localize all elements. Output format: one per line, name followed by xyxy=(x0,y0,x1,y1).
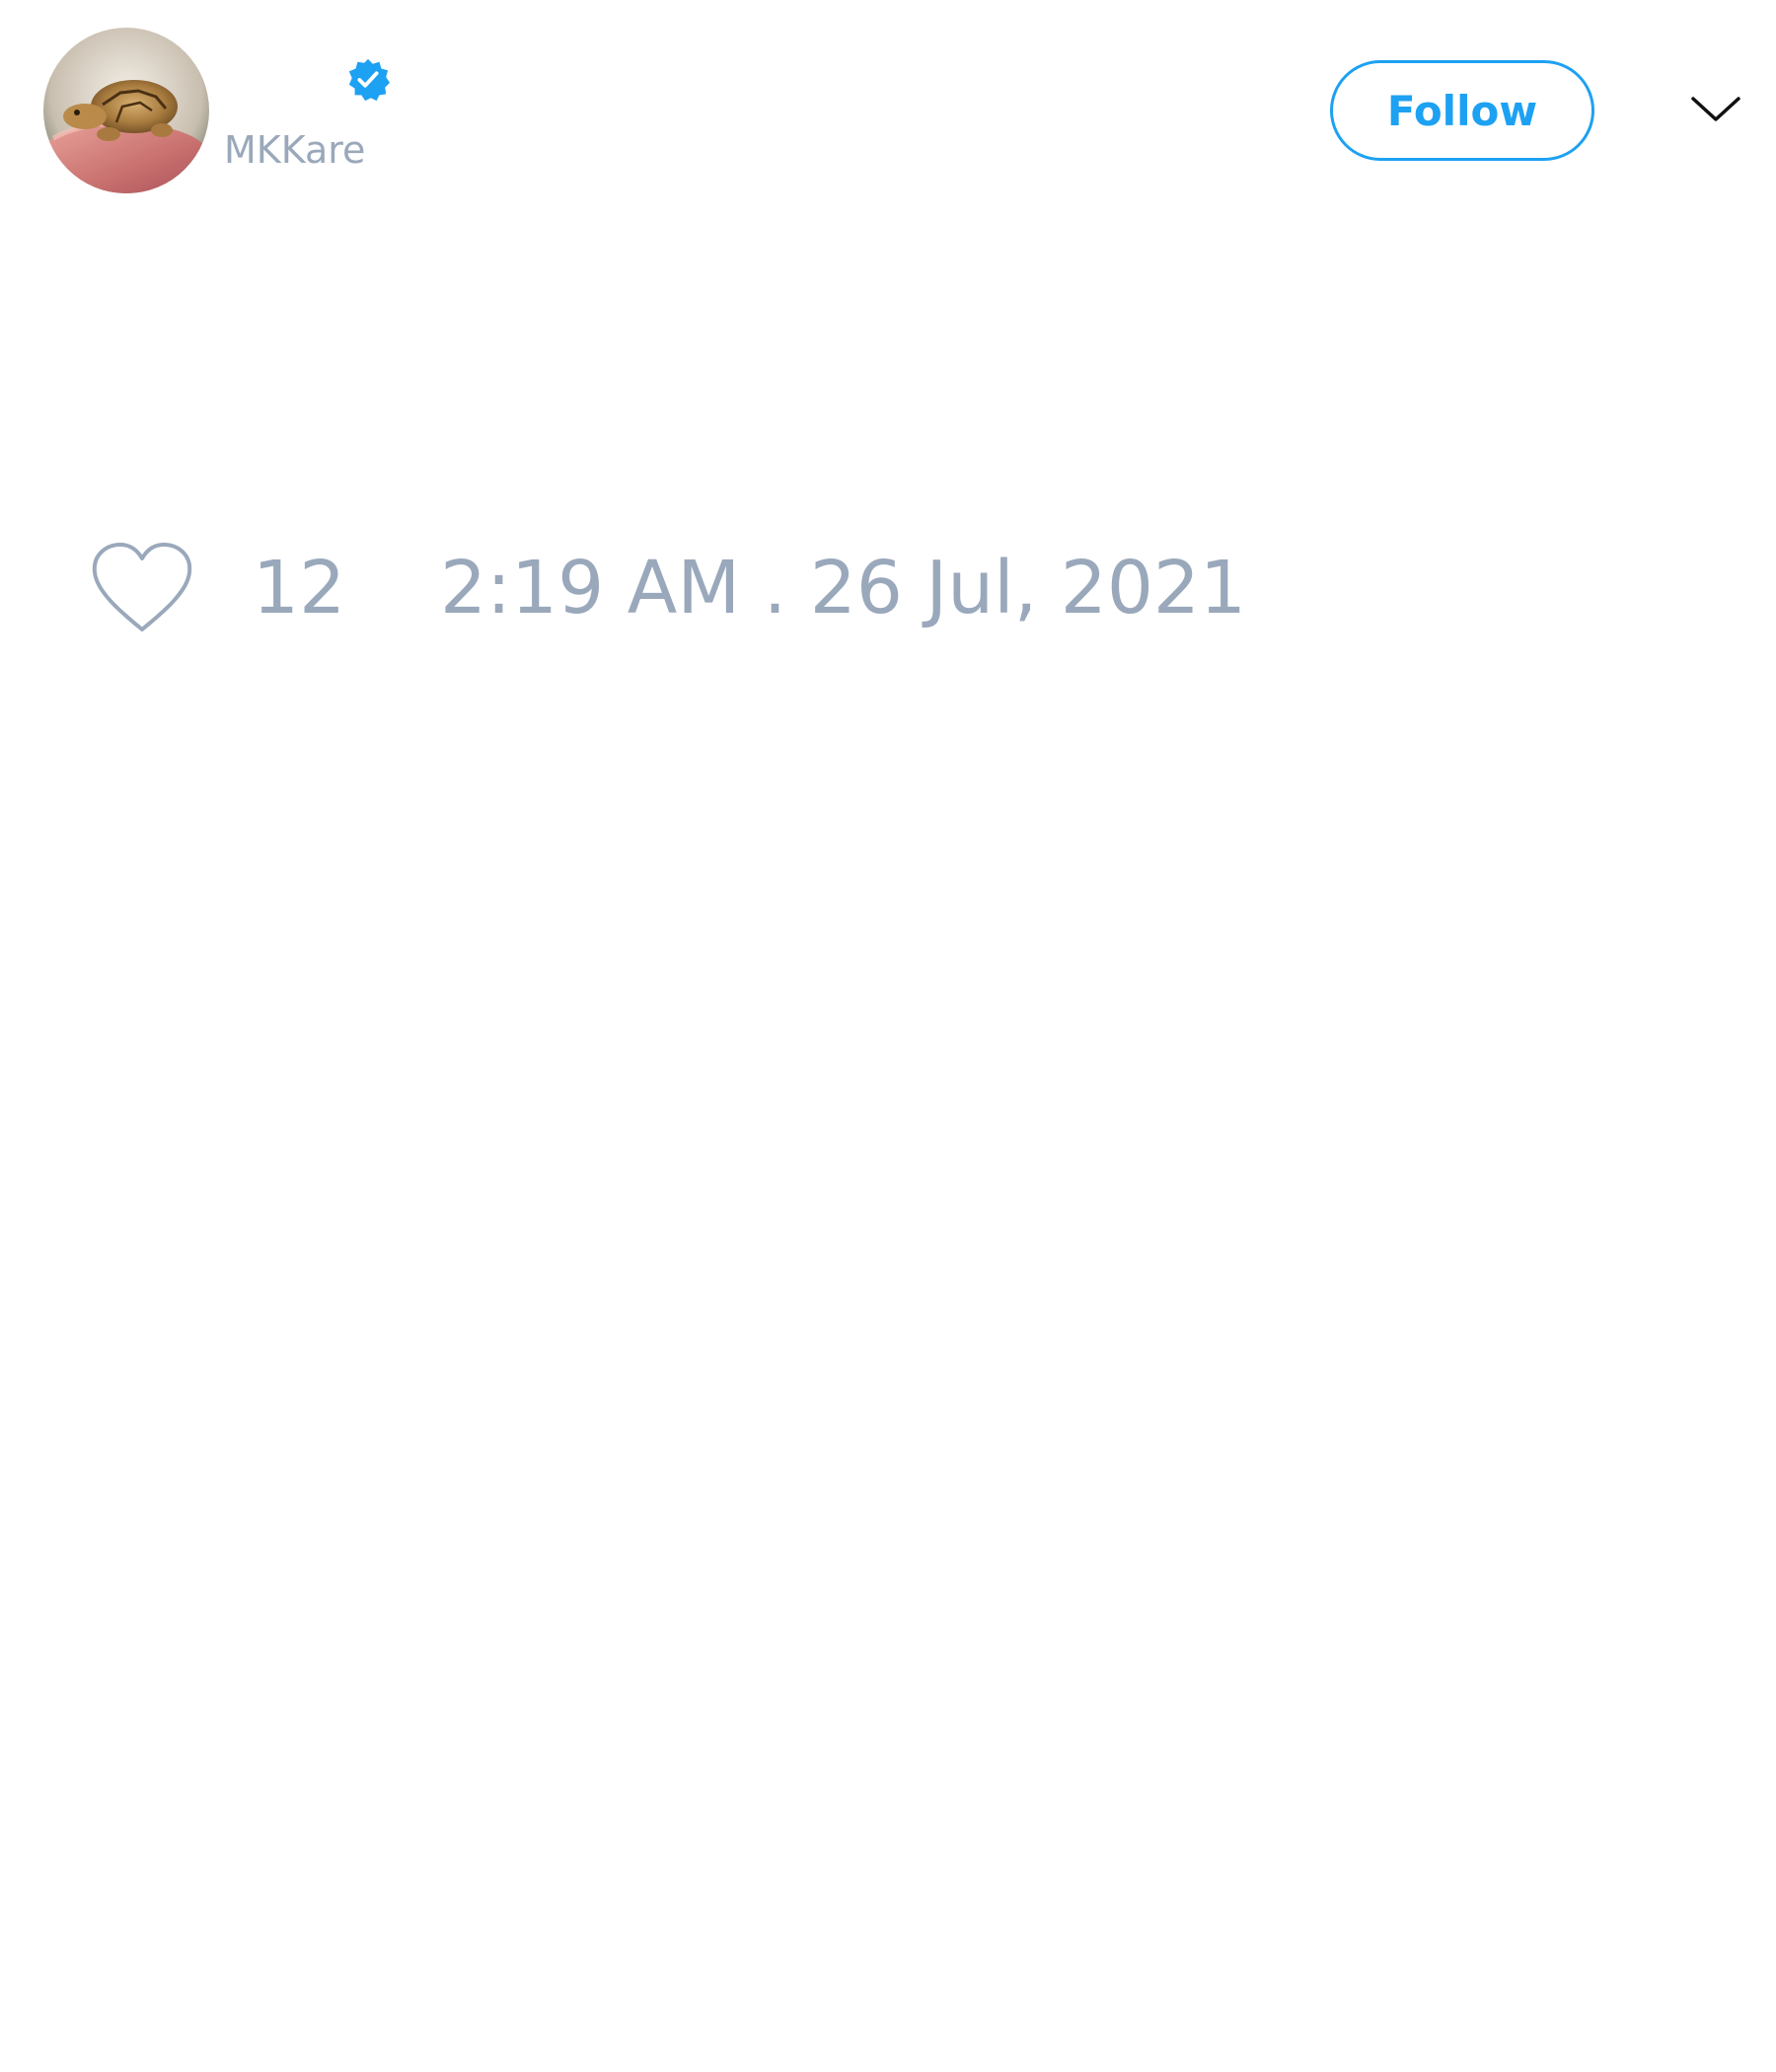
tweet-card: MKKare Follow 12 2:19 AM . 26 Jul, 2021 xyxy=(0,0,1776,2072)
chevron-down-icon[interactable] xyxy=(1689,89,1742,128)
avatar[interactable] xyxy=(43,28,209,193)
like-count: 12 xyxy=(253,546,346,630)
turtle-avatar-image xyxy=(43,28,209,193)
tweet-timestamp[interactable]: 2:19 AM . 26 Jul, 2021 xyxy=(440,545,1246,631)
follow-button[interactable]: Follow xyxy=(1330,60,1594,161)
author-handle[interactable]: MKKare xyxy=(224,126,365,174)
heart-outline-icon[interactable] xyxy=(89,541,195,635)
verified-badge-icon xyxy=(345,57,391,103)
